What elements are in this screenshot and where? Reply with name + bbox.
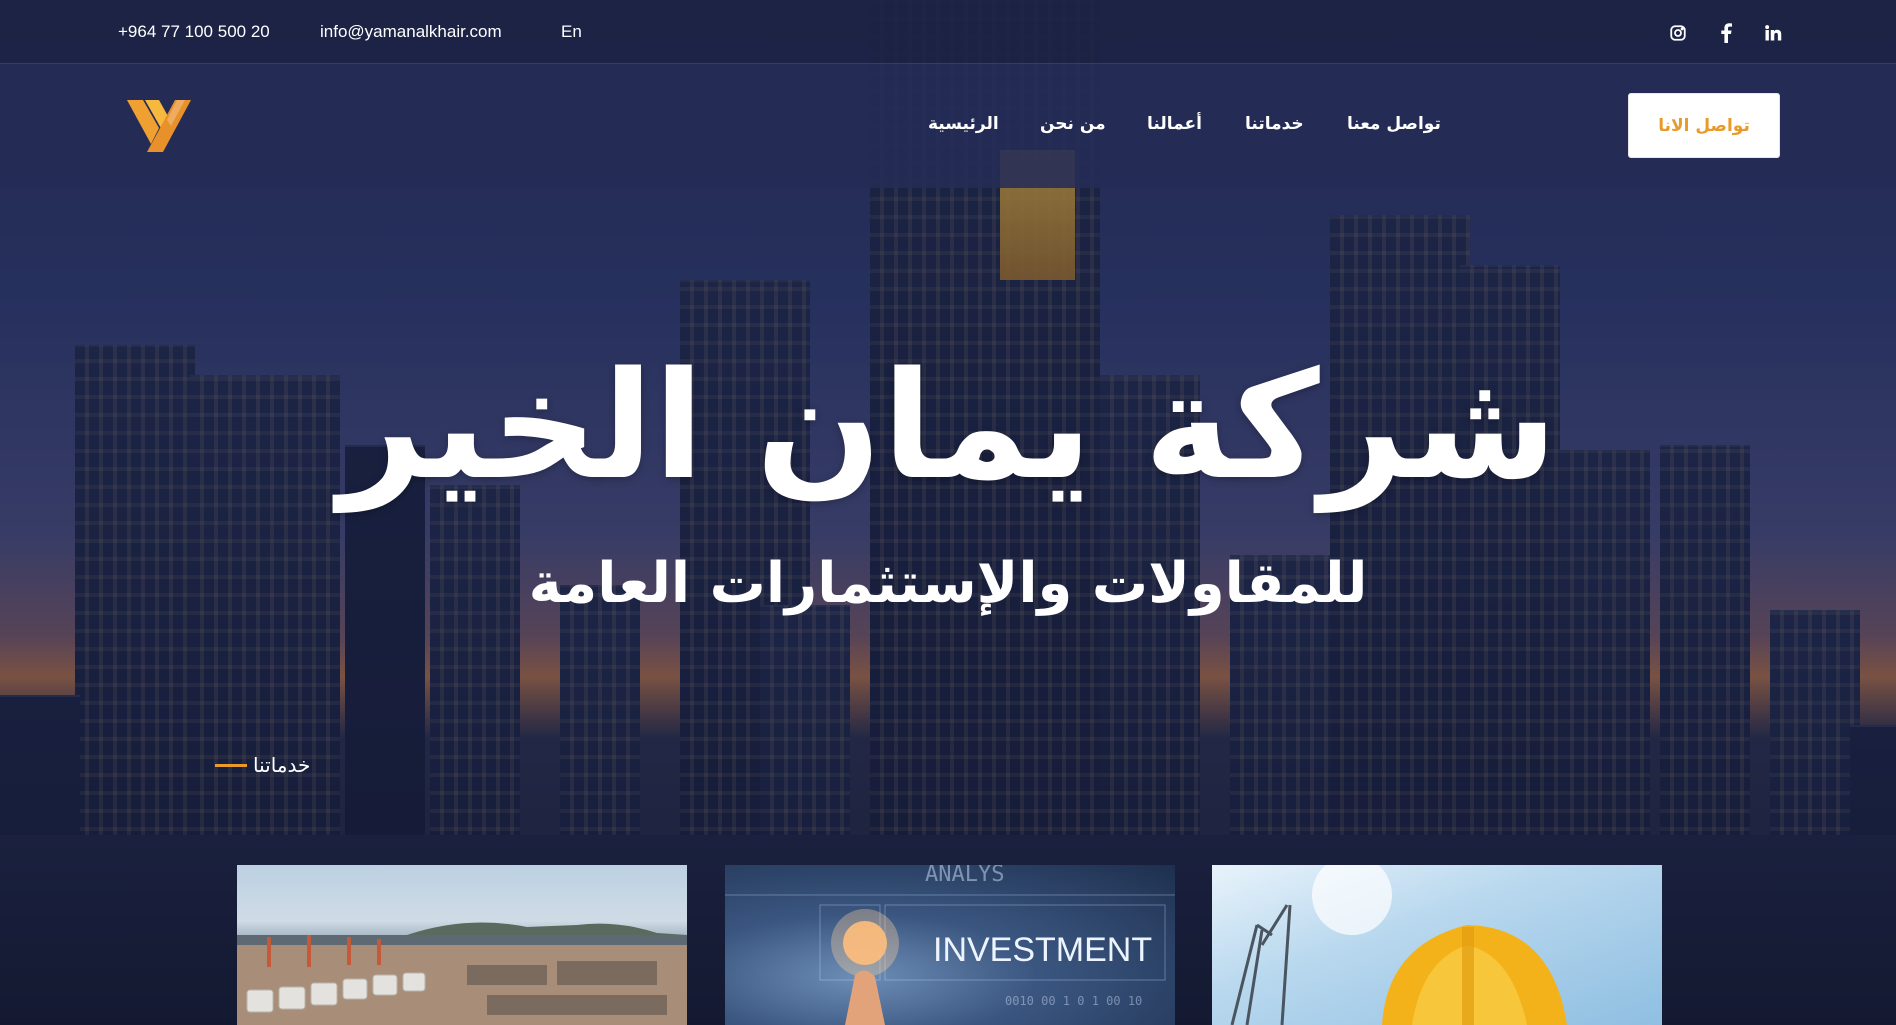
investment-photo: ANALYS INVESTMENT 0010 00 1 0 1 00 10 [725,865,1175,1025]
hero-title: شركة يمان الخير [338,340,1558,512]
nav-home[interactable]: الرئيسية [928,114,999,134]
nav-about[interactable]: من نحن [1040,114,1106,134]
construction-helmet-photo [1230,865,1567,1025]
nav-contact[interactable]: تواصل معنا [1347,114,1441,134]
main-navbar: الرئيسية من نحن أعمالنا خدماتنا تواصل مع… [0,64,1896,188]
nav-services[interactable]: خدماتنا [1245,114,1304,134]
svg-text:INVESTMENT: INVESTMENT [933,931,1152,969]
email-link[interactable]: info@yamanalkhair.com [320,22,502,42]
hero-subtitle: للمقاولات والإستثمارات العامة [528,551,1368,616]
services-section-label: خدماتنا [215,752,310,778]
contact-now-button[interactable]: تواصل الانا [1628,93,1780,158]
service-card-construction[interactable] [1212,865,1662,1025]
accent-dash [215,763,247,767]
port-terminal-photo [237,922,687,1025]
service-card-port[interactable] [237,865,687,1025]
top-bar: +964 77 100 500 20 info@yamanalkhair.com… [0,0,1896,64]
services-label-text: خدماتنا [253,753,311,777]
company-logo[interactable] [125,94,195,158]
nav-projects[interactable]: أعمالنا [1147,114,1202,134]
instagram-icon[interactable] [1665,20,1691,46]
svg-text:ANALYS: ANALYS [925,865,1004,887]
service-card-investment[interactable]: ANALYS INVESTMENT 0010 00 1 0 1 00 10 [725,865,1175,1025]
svg-text:0010 00 1 0 1 00 10: 0010 00 1 0 1 00 10 [1005,994,1142,1008]
linkedin-icon[interactable] [1760,20,1786,46]
language-switch[interactable]: En [561,22,582,42]
phone-number[interactable]: +964 77 100 500 20 [118,22,270,42]
facebook-icon[interactable] [1713,20,1739,46]
